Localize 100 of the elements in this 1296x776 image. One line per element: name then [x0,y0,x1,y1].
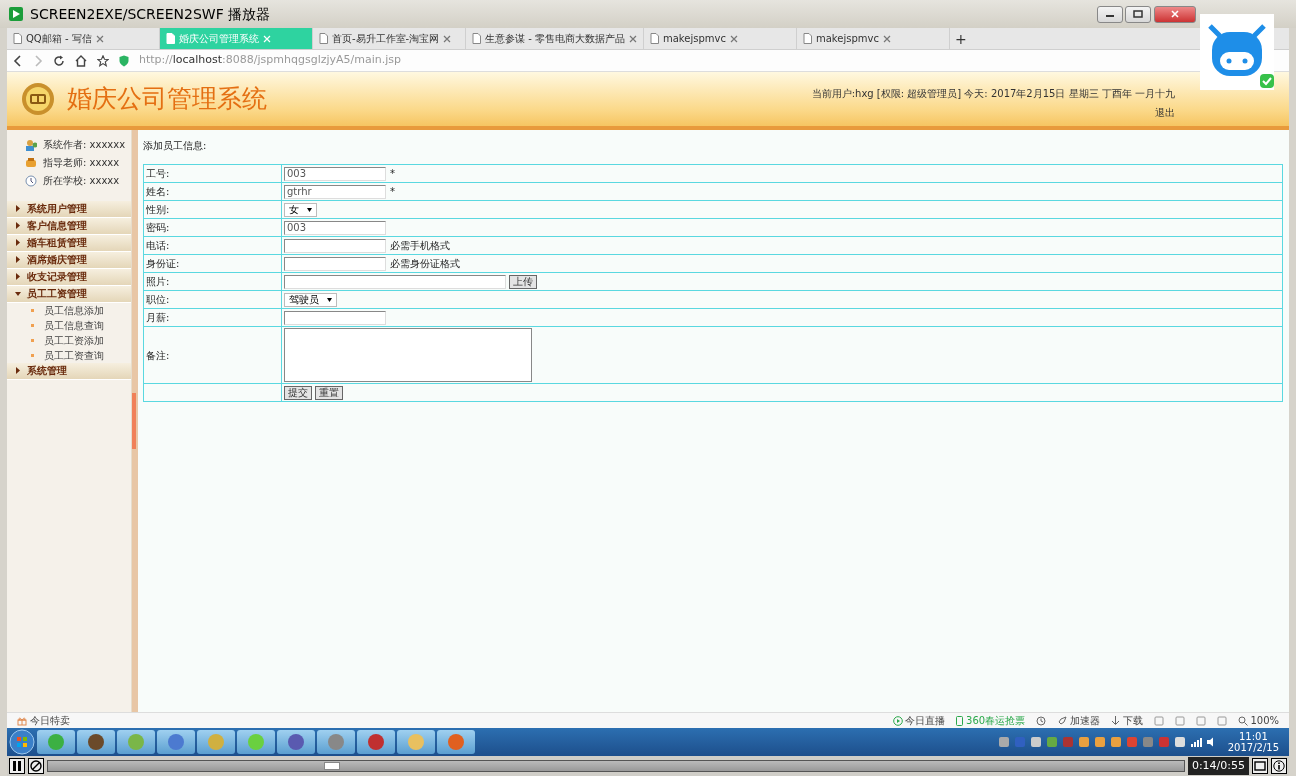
taskbar-app-icon[interactable] [277,730,315,754]
new-tab-button[interactable]: + [949,28,972,49]
status-link[interactable]: 今日特卖 [29,713,70,728]
info-button[interactable] [1271,758,1287,774]
submit-button[interactable]: 提交 [284,386,312,400]
status-link[interactable]: 100% [1250,713,1279,728]
reset-button[interactable]: 重置 [314,386,343,400]
pause-button[interactable] [9,758,25,774]
close-icon [263,34,271,43]
menu-group-header[interactable]: 系统用户管理 [7,200,131,218]
tray-icon[interactable] [997,736,1010,748]
caret-right-icon [15,239,21,246]
input-field[interactable] [284,311,386,325]
page-icon [649,33,659,44]
taskbar-app-icon[interactable] [157,730,195,754]
close-icon [1170,10,1180,18]
forward-icon[interactable] [33,54,43,67]
tray-icon[interactable] [1109,736,1122,748]
progress-thumb[interactable] [323,762,340,770]
dropdown-arrow-icon [307,207,312,212]
tray-icon[interactable] [1045,736,1058,748]
page-icon [802,33,812,44]
app-glyph-icon [287,733,305,751]
reload-icon[interactable] [53,54,65,67]
taskbar-app-icon[interactable] [437,730,475,754]
status-link[interactable]: 加速器 [1069,713,1100,728]
field-hint: 必需手机格式 [390,240,450,251]
taskbar-app-icon[interactable] [357,730,395,754]
clock-time: 11:01 [1238,731,1268,742]
input-field[interactable] [284,257,386,271]
browser-tab[interactable]: 生意参谋 - 零售电商大数据产品 [466,28,644,49]
field-label: 性别: [146,204,170,215]
field-label: 备注: [146,349,170,361]
field-label: 月薪: [146,312,170,323]
toolbar-icon[interactable] [1216,715,1227,726]
clock-icon [25,174,37,187]
fullscreen-icon [1254,761,1266,771]
select-field[interactable]: 驾驶员 [284,292,337,307]
page-icon [166,33,175,44]
page-icon [13,33,22,44]
fullscreen-button[interactable] [1252,758,1268,774]
input-field[interactable] [284,239,386,253]
logout-link[interactable]: 退出 [1155,105,1175,120]
select-field[interactable]: 女 [284,202,317,217]
minimize-button[interactable] [1096,5,1123,23]
page-icon [319,33,328,44]
input-field[interactable]: gtrhr [284,185,386,199]
tray-icon[interactable] [1173,736,1186,748]
status-link[interactable]: 下载 [1122,713,1143,728]
menu-group-header[interactable]: 系统管理 [7,362,131,380]
taskbar-app-icon[interactable] [317,730,355,754]
home-icon[interactable] [75,54,87,67]
signal-bars-icon[interactable] [1189,737,1202,747]
stop-button[interactable] [28,758,44,774]
playback-time: 0:14/0:55 [1187,756,1249,776]
tray-icon[interactable] [1093,736,1106,748]
toolbar-icon[interactable] [1195,715,1206,726]
start-orb-icon[interactable] [9,729,35,755]
browser-tab[interactable]: makejspmvc [643,28,797,49]
toolbar-icon[interactable] [1153,715,1164,726]
taskbar-app-icon[interactable] [77,730,115,754]
field-label: 工号: [146,168,170,179]
browser-tab[interactable]: 首页-易升工作室-淘宝网 [313,28,466,49]
menu-item[interactable]: 员工工资添加 [7,332,131,348]
window-title: SCREEN2EXE/SCREEN2SWF 播放器 [30,4,271,24]
app-glyph-icon [87,733,105,751]
back-icon[interactable] [13,54,23,67]
field-label: 密码: [146,222,170,233]
maximize-button[interactable] [1125,5,1152,23]
dropdown-arrow-icon [327,297,332,302]
search-icon [1237,715,1248,726]
menu-item[interactable]: 员工信息添加 [7,302,131,318]
field-label: 身份证: [146,258,180,269]
toolbar-icon[interactable] [1174,715,1185,726]
collapse-handle[interactable] [132,393,136,449]
app-glyph-icon [327,733,345,751]
close-button[interactable] [1154,5,1196,23]
status-link[interactable]: 今日直播 [905,713,946,728]
input-field[interactable]: 003 [284,221,386,235]
app-glyph-icon [47,733,65,751]
tray-icon[interactable] [1077,736,1090,748]
menu-item[interactable]: 员工信息查询 [7,317,131,333]
browser-tab[interactable]: makejspmvc [796,28,950,49]
textarea-field[interactable] [284,328,532,382]
address-field[interactable]: http://localhost:8088/jspmhqgsglzjyA5/main.jsp [139,52,401,69]
caret-right-icon [15,256,21,263]
sidebar-info-text: 所在学校: xxxxx [43,174,120,188]
star-icon[interactable] [97,54,109,67]
upload-button[interactable]: 上传 [508,275,537,289]
field-hint: * [390,186,395,197]
bullet-icon [31,338,34,342]
user-info-text: 当前用户:hxg [权限: 超级管理员] 今天: 2017年2月15日 星期三 丁酉年 一月十九 [811,87,1175,101]
input-field[interactable]: 003 [284,167,386,181]
menu-item[interactable]: 员工工资查询 [7,347,131,363]
history-icon [1036,715,1047,726]
file-path-field[interactable] [284,275,506,289]
gift-icon [17,715,27,726]
app-glyph-icon [127,733,145,751]
tray-icon[interactable] [1029,736,1042,748]
sidebar-info-text: 指导老师: xxxxx [43,156,120,170]
